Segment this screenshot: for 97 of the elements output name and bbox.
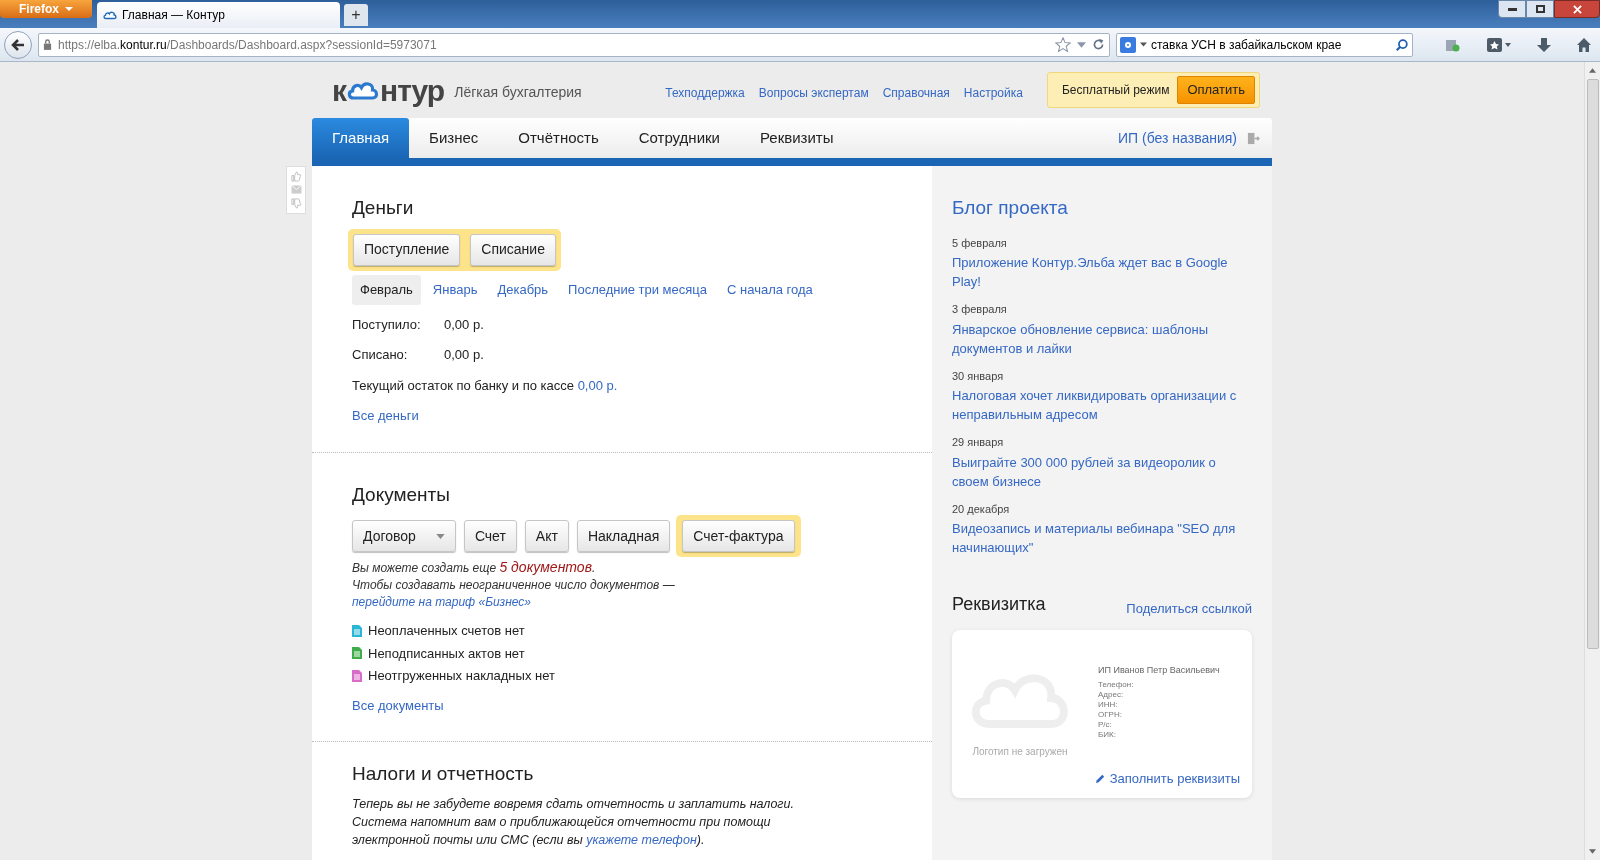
caret-icon [435,533,445,539]
all-money-link[interactable]: Все деньги [352,406,419,426]
status-text: Неотгруженных накладных нет [368,667,555,685]
period-tab[interactable]: Февраль [352,274,421,305]
upgrade-link[interactable]: перейдите на тариф «Бизнес» [352,595,531,609]
all-documents-link[interactable]: Все документы [352,695,444,715]
nav-tab[interactable]: Сотрудники [618,118,740,158]
card-section-title: Реквизитка [952,593,1046,616]
account-link[interactable]: ИП (без названия) [1118,127,1237,149]
header-link[interactable]: Справочная [882,84,950,102]
close-icon [1572,4,1582,14]
status-text: Неподписанных актов нет [368,644,525,663]
pay-button[interactable]: Оплатить [1177,76,1255,104]
post-link[interactable]: Видеозапись и материалы вебинара "SEO для начинающих" [952,519,1252,557]
nav-tab[interactable]: Реквизиты [739,118,854,158]
scroll-down-icon [1589,849,1596,854]
post-date: 5 февраля [952,235,1008,251]
reload-icon [1092,38,1105,51]
plan-label: Бесплатный режим [1061,82,1170,99]
header-link[interactable]: Настройка [963,84,1023,102]
post-date: 29 января [952,435,1005,450]
kontur-logo[interactable]: к нтур [332,67,445,113]
blog-title[interactable]: Блог проекта [952,194,1252,223]
download-icon[interactable] [1536,36,1552,53]
card-field-label: БИК: [1098,729,1117,740]
lock-icon [43,39,52,50]
back-button[interactable] [4,30,32,59]
amount-label: Списано: [352,346,409,364]
action-button[interactable]: Списание [470,233,556,266]
document-button[interactable]: Счет-фактура [682,520,795,552]
nav-tab[interactable]: Главная [312,118,410,158]
site-logo-icon [103,9,117,21]
post-date: 3 февраля [952,302,1008,317]
amount-value: 0,00 р. [444,346,484,364]
nav-tab[interactable]: Бизнес [409,118,499,158]
address-bar[interactable]: https://elba.kontur.ru/Dashboards/Dashboard.aspx?sessionId=5973071 [38,32,1110,57]
card-field-label: Телефон: [1098,679,1135,690]
upgrade-text: Чтобы создавать неограниченное число документов — перейдите на тариф «Бизнес» [352,577,676,611]
nav-tab[interactable]: Отчётность [498,118,619,158]
amount-label: Поступило: [352,315,422,334]
url-text: https://elba.kontur.ru/Dashboards/Dashboard.aspx?sessionId=5973071 [58,36,437,54]
thumbs-up-icon[interactable] [290,170,302,182]
search-engine-icon [1120,36,1136,53]
section-title: Налоги и отчетность [352,762,535,786]
cloud-logo-icon [347,79,379,101]
card-name: ИП Иванов Петр Васильевич [1098,664,1220,677]
home-icon[interactable] [1576,36,1592,53]
period-tab[interactable]: Последние три месяца [560,274,715,305]
period-tab[interactable]: Декабрь [489,274,557,305]
dropdown-icon [1077,41,1086,48]
share-link[interactable]: Поделиться ссылкой [1126,598,1252,618]
document-button[interactable]: Акт [524,520,569,552]
tagline: Лёгкая бухгалтерия [454,82,582,102]
taxes-text: Теперь вы не забудете вовремя сдать отчетность и заплатить налоги. Система напомнит вам о приближающейся отчетности при помощи электронной почты или СМС (если вы укажете телефон). [352,795,795,849]
header-link[interactable]: Техподдержка [665,84,745,102]
star-icon [1055,36,1071,53]
thumbs-down-icon[interactable] [290,198,302,210]
period-tab[interactable]: Январь [424,274,486,305]
fill-details-link[interactable]: Заполнить реквизиты [1094,768,1240,788]
post-link[interactable]: Выиграйте 300 000 рублей за видеоролик о своем бизнесе [952,452,1252,491]
back-arrow-icon [10,36,26,53]
card-field-label: ИНН: [1098,699,1119,710]
dropdown-button[interactable]: Договор [352,520,456,552]
period-tab[interactable]: С начала года [719,274,821,305]
dropdown-icon [1140,42,1147,47]
post-date: 20 декабря [952,501,1011,517]
bookmarks-icon[interactable] [1486,36,1512,53]
scroll-up-icon [1589,68,1596,73]
logo-placeholder-text: Логотип не загружен [972,745,1068,759]
search-field[interactable]: ставка УСН в забайкальском крае [1116,32,1413,57]
amount-value: 0,00 р. [444,315,484,334]
card-field-label: ОГРН: [1098,709,1123,720]
post-link[interactable]: Приложение Контур.Эльба ждет вас в Google Play! [952,253,1252,291]
search-icon [1395,37,1409,52]
balance-text: Текущий остаток по банку и по кассе 0,00 р. [352,376,619,395]
card-field-label: Адрес: [1098,689,1125,700]
browser-tab[interactable]: Главная — Контур [97,2,340,28]
pencil-icon [1094,772,1106,784]
section-title: Деньги [352,196,415,220]
post-link[interactable]: Налоговая хочет ликвидировать организации с неправильным адресом [952,386,1252,424]
status-text: Неоплаченных счетов нет [368,622,525,640]
restore-button[interactable] [1526,0,1554,18]
balance-link[interactable]: 0,00 р. [577,377,618,393]
minimize-button[interactable] [1498,0,1526,18]
document-limit-text: Вы можете создать еще 5 документов. [352,559,597,577]
post-date: 30 января [952,368,1005,384]
header-link[interactable]: Вопросы экспертам [758,84,869,102]
post-link[interactable]: Январское обновление сервиса: шаблоны документов и лайки [952,319,1252,358]
section-title: Документы [352,482,451,507]
document-button[interactable]: Накладная [576,520,671,552]
caret-icon [65,7,73,11]
close-button[interactable] [1554,0,1600,18]
action-button[interactable]: Поступление [353,233,461,266]
phone-link[interactable]: укажете телефон [586,832,697,847]
new-tab-button[interactable]: + [344,4,368,26]
document-button[interactable]: Счет [463,520,517,552]
card-field-label: Р/с: [1098,719,1113,730]
